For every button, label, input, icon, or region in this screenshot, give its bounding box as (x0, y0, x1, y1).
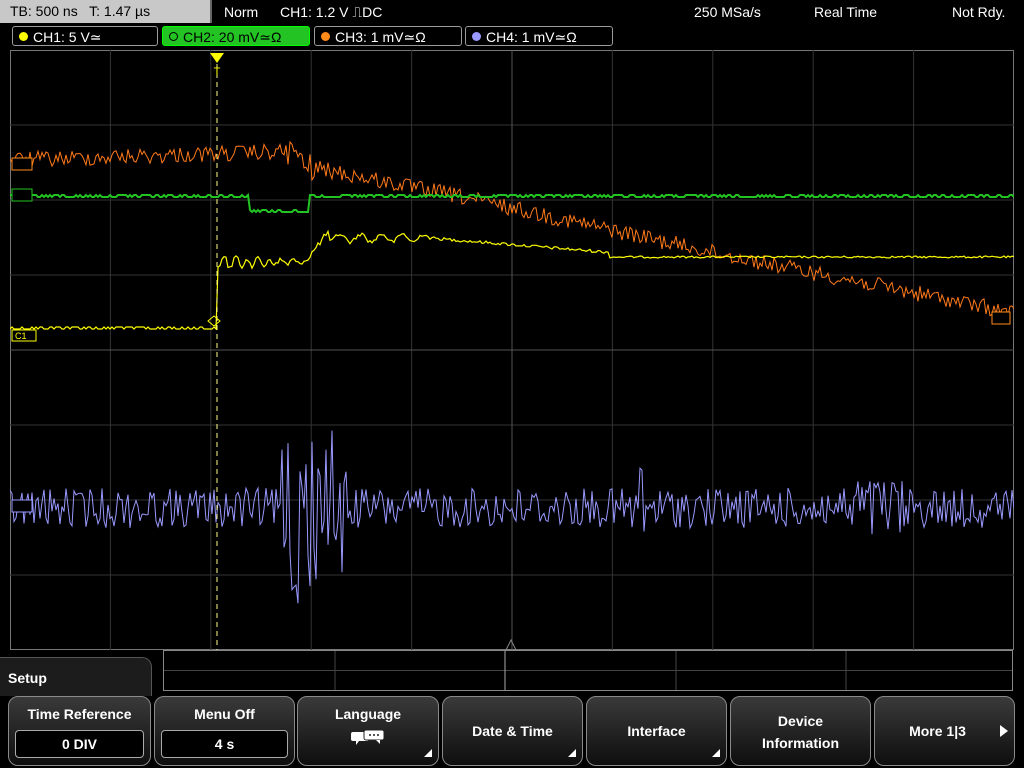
next-page-arrow-icon (1000, 725, 1008, 737)
more-softkey[interactable]: More 1|3 (874, 696, 1015, 766)
menu-title-tab: Setup (0, 657, 152, 697)
trigger-marker-label: T (214, 66, 221, 78)
trigger-position-marker[interactable] (210, 53, 224, 63)
menu-off-softkey[interactable]: Menu Off 4 s (154, 696, 295, 766)
ch2-ground-marker[interactable] (11, 188, 33, 202)
date-time-label: Date & Time (472, 723, 553, 739)
submenu-indicator-icon (712, 749, 720, 757)
status-bar: TB: 500 ns T: 1.47 µs Norm CH1: 1.2 V ⎍D… (0, 0, 1024, 24)
waveform-display[interactable]: T C1 (10, 50, 1014, 650)
ch1-ground-marker-label: C1 (15, 331, 27, 341)
trigger-time-label: T: 1.47 µs (89, 3, 151, 19)
channel-3-button[interactable]: CH3: 1 mV≃Ω (314, 26, 462, 46)
device-information-label: Device (777, 713, 824, 729)
language-label: Language (334, 706, 402, 722)
more-label: More 1|3 (909, 723, 966, 739)
trigger-mode-label[interactable]: Norm (224, 0, 258, 24)
menu-off-label: Menu Off (194, 706, 255, 722)
channel-4-color-dot (472, 32, 481, 41)
submenu-indicator-icon (568, 749, 576, 757)
channel-4-button[interactable]: CH4: 1 mV≃Ω (465, 26, 613, 46)
submenu-indicator-icon (424, 749, 432, 757)
overview-strip (163, 650, 1013, 691)
device-information-label-line2: Information (762, 735, 839, 751)
ch3-ground-marker[interactable] (11, 157, 33, 171)
time-reference-label: Time Reference (27, 706, 132, 722)
channel-4-label: CH4: 1 mV≃Ω (486, 29, 577, 45)
sample-rate-label: 250 MSa/s (694, 4, 761, 20)
interface-label: Interface (627, 723, 686, 739)
ch4-ground-marker[interactable] (11, 499, 33, 513)
channel-2-button[interactable]: CH2: 20 mV≃Ω (162, 26, 310, 46)
trigger-source-label[interactable]: CH1: 1.2 V ⎍DC (280, 0, 382, 24)
speech-bubbles-icon (351, 729, 385, 745)
softkey-bar: Time Reference 0 DIV Menu Off 4 s Langua… (0, 696, 1024, 768)
device-information-softkey[interactable]: Device Information (730, 696, 871, 766)
date-time-softkey[interactable]: Date & Time (442, 696, 583, 766)
time-reference-value[interactable]: 0 DIV (15, 730, 144, 758)
channel-1-label: CH1: 5 V≃ (33, 29, 102, 45)
acquisition-mode-label: Real Time (814, 4, 878, 20)
language-softkey[interactable]: Language (297, 696, 439, 766)
channel-bar: CH1: 5 V≃ CH2: 20 mV≃Ω CH3: 1 mV≃Ω CH4: … (0, 26, 1024, 48)
overview-grid (164, 651, 1012, 690)
time-reference-softkey[interactable]: Time Reference 0 DIV (8, 696, 151, 766)
trigger-level-marker[interactable] (207, 315, 221, 327)
timebase-label: TB: 500 ns (10, 3, 78, 19)
interface-softkey[interactable]: Interface (586, 696, 727, 766)
channel-2-color-dot (169, 32, 178, 41)
channel-2-label: CH2: 20 mV≃Ω (183, 29, 282, 45)
graticule (10, 50, 1014, 650)
channel-3-color-dot (321, 32, 330, 41)
channel-1-button[interactable]: CH1: 5 V≃ (12, 26, 158, 46)
menu-off-value[interactable]: 4 s (161, 730, 288, 758)
channel-3-label: CH3: 1 mV≃Ω (335, 29, 426, 45)
acquisition-state-label: Not Rdy. (952, 4, 1006, 20)
timebase-box[interactable]: TB: 500 ns T: 1.47 µs (0, 0, 212, 23)
horizontal-center-marker (505, 638, 517, 650)
channel-1-color-dot (19, 32, 28, 41)
menu-title: Setup (8, 670, 47, 686)
ch3-right-marker[interactable] (991, 311, 1011, 325)
